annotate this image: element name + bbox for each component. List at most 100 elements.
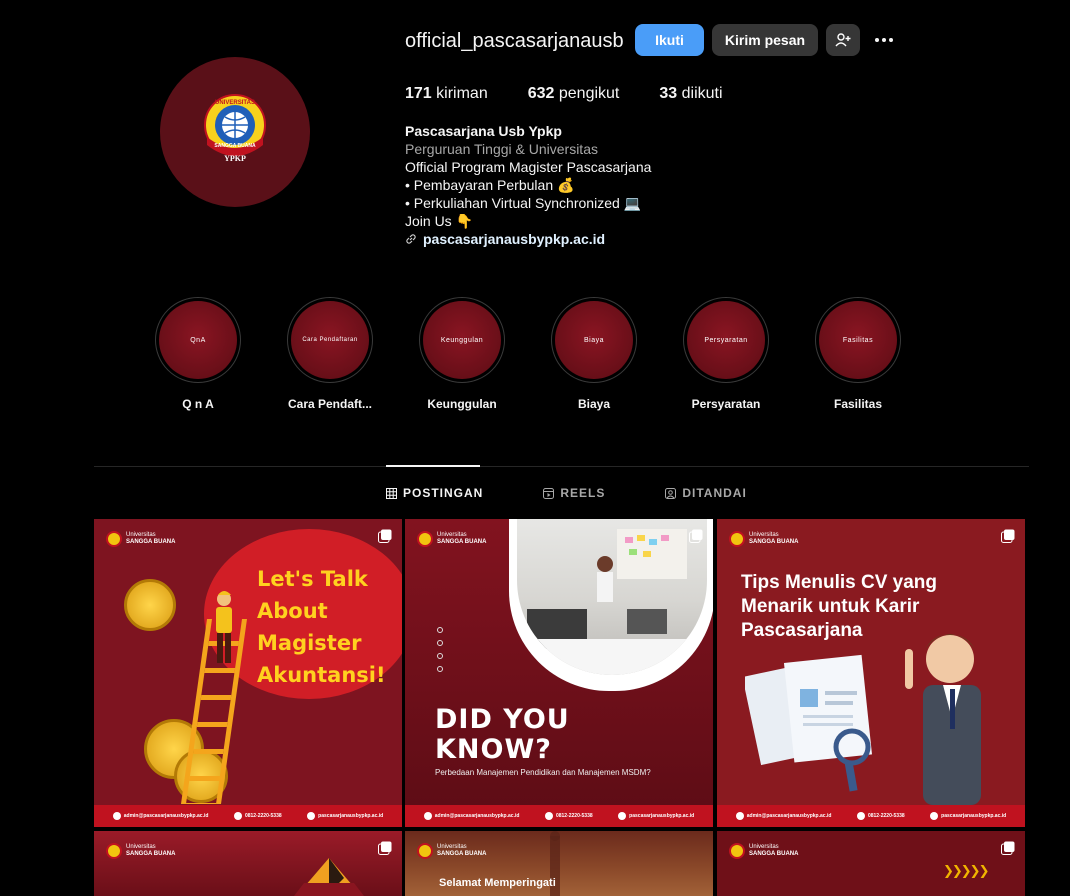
highlight-ring: Keunggulan: [419, 297, 505, 383]
email-icon: [112, 812, 121, 820]
grid-icon: [386, 487, 397, 499]
highlight-label: Fasilitas: [833, 397, 883, 411]
follow-button[interactable]: Ikuti: [635, 24, 704, 56]
university-logo: UNIVERSITAS SANGGA BUANA YPKP: [204, 94, 266, 163]
highlight-qna[interactable]: QnA Q n A: [132, 297, 264, 411]
highlight-cover: QnA: [159, 301, 237, 379]
highlight-cover: Biaya: [555, 301, 633, 379]
profile-username: official_pascasarjanausb: [405, 30, 624, 52]
profile-avatar[interactable]: UNIVERSITAS SANGGA BUANA YPKP: [160, 57, 310, 207]
highlight-fees[interactable]: Biaya Biaya: [528, 297, 660, 411]
post-subtitle: Perbedaan Manajemen Pendidikan dan Manaj…: [435, 768, 651, 777]
highlight-ring: Persyaratan: [683, 297, 769, 383]
profile-bio: Pascasarjana Usb Ypkp Perguruan Tinggi &…: [405, 122, 651, 248]
profile-full-name: Pascasarjana Usb Ypkp: [405, 123, 562, 139]
bio-line: Official Program Magister Pascasarjana: [405, 159, 652, 175]
highlight-ring: QnA: [155, 297, 241, 383]
profile-website-link[interactable]: pascasarjanausbypkp.ac.id: [405, 230, 651, 248]
carousel-icon: [1001, 529, 1015, 543]
highlight-label: Q n A: [182, 397, 214, 411]
brand-logo-icon: [106, 531, 122, 547]
highlight-cover: Persyaratan: [687, 301, 765, 379]
post-tile[interactable]: Universitas SANGGA BUANA ❯❯❯❯❯: [717, 831, 1025, 896]
post-headline: Let's Talk About Magister Akuntansi!: [257, 567, 386, 687]
profile-tabs: POSTINGAN REELS DITANDAI: [386, 486, 807, 500]
highlight-ring: Cara Pendaftaran: [287, 297, 373, 383]
highlight-ring: Biaya: [551, 297, 637, 383]
decor-dots: [437, 627, 443, 672]
highlight-label: Persyaratan: [691, 397, 761, 411]
logo-band-text: SANGGA BUANA: [214, 143, 256, 149]
phone-icon: [544, 812, 553, 820]
link-icon: [406, 234, 416, 244]
origami-illustration: [294, 858, 364, 896]
followers-stat[interactable]: 632 pengikut: [528, 85, 620, 103]
highlight-registration[interactable]: Cara Pendaftaran Cara Pendaft...: [264, 297, 396, 411]
story-highlights: QnA Q n A Cara Pendaftaran Cara Pendaft.…: [132, 297, 924, 411]
brand-logo-icon: [417, 531, 433, 547]
posts-count-stat: 171 kiriman: [405, 85, 488, 102]
phone-icon: [233, 812, 242, 820]
highlight-label: Cara Pendaft...: [287, 397, 373, 411]
tab-label: POSTINGAN: [403, 486, 484, 500]
more-dot-icon: [889, 38, 893, 42]
carousel-icon: [1001, 841, 1015, 855]
email-icon: [735, 812, 744, 820]
post-tile[interactable]: Universitas SANGGA BUANA Let's Talk About…: [94, 519, 402, 827]
carousel-icon: [378, 529, 392, 543]
bio-line: • Pembayaran Perbulan 💰: [405, 177, 575, 193]
post-brand-logo: Universitas SANGGA BUANA: [729, 843, 798, 859]
more-dot-icon: [882, 38, 886, 42]
post-tile[interactable]: Universitas SANGGA BUANA: [94, 831, 402, 896]
carousel-icon: [689, 529, 703, 543]
carousel-icon: [378, 841, 392, 855]
post-brand-logo: Universitas SANGGA BUANA: [417, 843, 486, 859]
brand-logo-icon: [106, 843, 122, 859]
tab-posts[interactable]: POSTINGAN: [386, 486, 483, 500]
brand-logo-icon: [729, 843, 745, 859]
highlight-cover: Cara Pendaftaran: [291, 301, 369, 379]
globe-icon: [307, 812, 316, 820]
post-brand-logo: Universitas SANGGA BUANA: [106, 531, 175, 547]
bio-line: • Perkuliahan Virtual Synchronized 💻: [405, 195, 642, 211]
person-illustration: [216, 591, 232, 663]
post-footer: admin@pascasarjanausbypkp.ac.id 0812-222…: [405, 805, 713, 827]
post-brand-logo: Universitas SANGGA BUANA: [106, 843, 175, 859]
profile-stats: 171 kiriman 632 pengikut 33 diikuti: [405, 85, 763, 103]
tab-label: REELS: [560, 486, 606, 500]
post-tile[interactable]: Universitas SANGGA BUANA DID YOU KNOW? Pe…: [405, 519, 713, 827]
logo-bottom-text: YPKP: [224, 154, 246, 163]
highlight-label: Keunggulan: [427, 397, 497, 411]
highlight-advantages[interactable]: Keunggulan Keunggulan: [396, 297, 528, 411]
highlight-requirements[interactable]: Persyaratan Persyaratan: [660, 297, 792, 411]
tagged-icon: [665, 487, 677, 499]
post-footer: admin@pascasarjanausbypkp.ac.id 0812-222…: [94, 805, 402, 827]
bio-line: Join Us 👇: [405, 213, 474, 229]
globe-icon: [930, 812, 939, 820]
more-options-button[interactable]: [870, 28, 898, 52]
highlight-cover: Fasilitas: [819, 301, 897, 379]
post-tile[interactable]: Universitas SANGGA BUANA Selamat Memperin…: [405, 831, 713, 896]
chevrons-decor-icon: ❯❯❯❯❯: [943, 863, 989, 878]
website-link-text[interactable]: pascasarjanausbypkp.ac.id: [423, 230, 605, 248]
highlight-label: Biaya: [577, 397, 611, 411]
send-message-button[interactable]: Kirim pesan: [712, 24, 818, 56]
more-dot-icon: [875, 38, 879, 42]
post-tile[interactable]: Universitas SANGGA BUANA Tips Menulis CV …: [717, 519, 1025, 827]
highlight-facilities[interactable]: Fasilitas Fasilitas: [792, 297, 924, 411]
post-brand-logo: Universitas SANGGA BUANA: [729, 531, 798, 547]
tab-reels[interactable]: REELS: [543, 486, 605, 500]
highlight-ring: Fasilitas: [815, 297, 901, 383]
tabs-divider: [94, 466, 1029, 467]
post-brand-logo: Universitas SANGGA BUANA: [417, 531, 486, 547]
phone-icon: [856, 812, 865, 820]
logo-top-text: UNIVERSITAS: [215, 100, 255, 106]
post-headline: DID YOU KNOW?: [435, 704, 570, 765]
following-stat[interactable]: 33 diikuti: [659, 85, 722, 103]
highlight-cover: Keunggulan: [423, 301, 501, 379]
tab-tagged[interactable]: DITANDAI: [665, 486, 746, 500]
tab-label: DITANDAI: [682, 486, 747, 500]
suggest-accounts-button[interactable]: [826, 24, 860, 56]
post-footer: admin@pascasarjanausbypkp.ac.id 0812-222…: [717, 805, 1025, 827]
brand-logo-icon: [417, 843, 433, 859]
